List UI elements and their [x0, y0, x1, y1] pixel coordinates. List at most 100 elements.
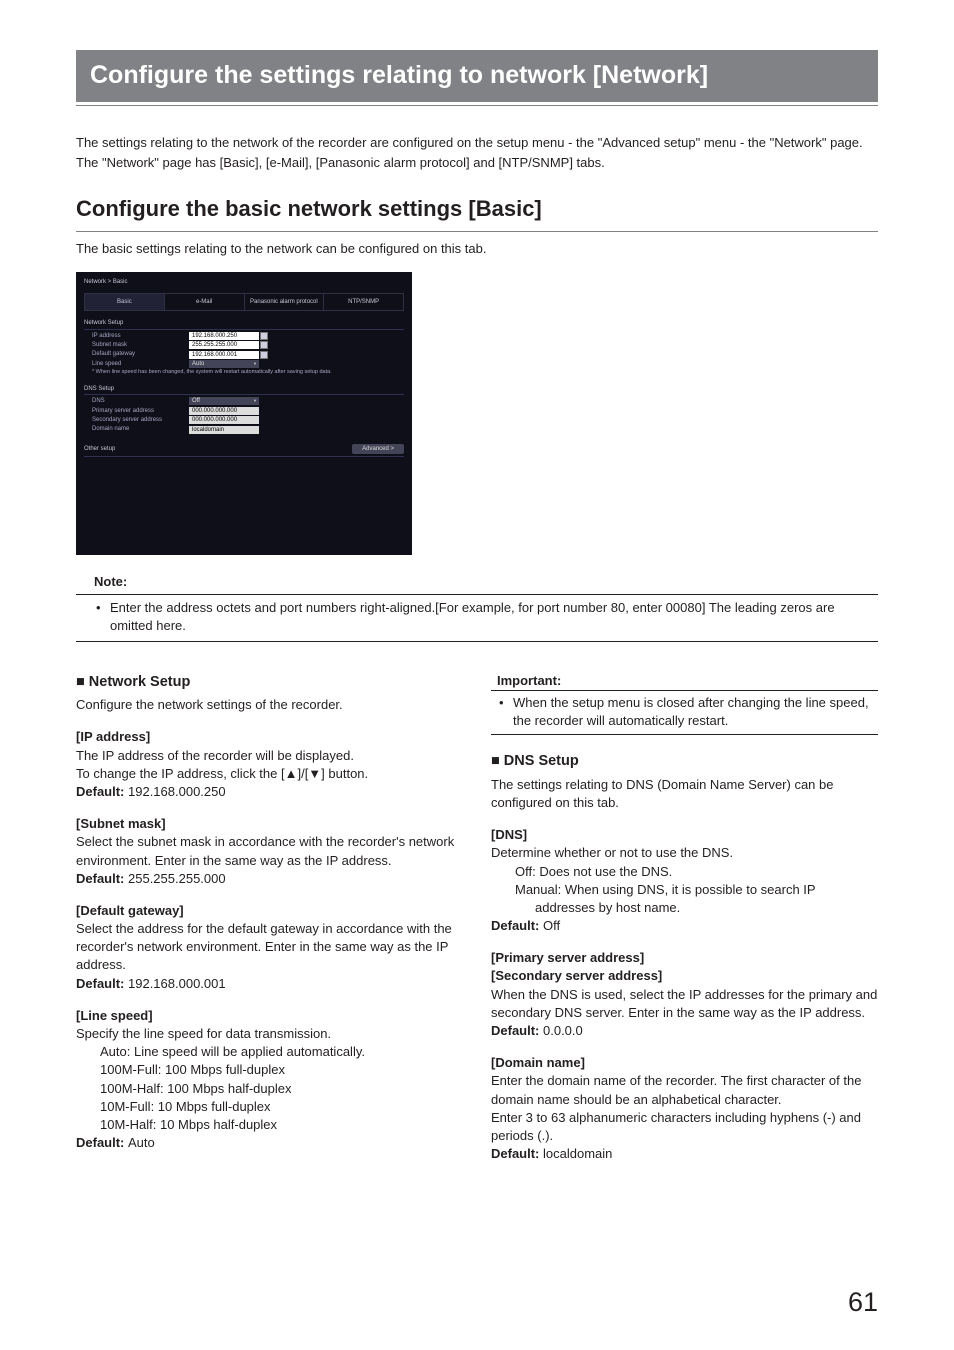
dns-default: Default: Off	[491, 917, 878, 935]
subnet-default-value: 255.255.255.000	[128, 871, 226, 886]
gateway-body: Select the address for the default gatew…	[76, 920, 463, 975]
shot-tab-basic[interactable]: Basic	[85, 294, 165, 310]
subnet-body: Select the subnet mask in accordance wit…	[76, 833, 463, 869]
linespeed-default: Default: Auto	[76, 1134, 463, 1152]
spinner-icon[interactable]	[260, 351, 268, 359]
dns-body: Determine whether or not to use the DNS.	[491, 844, 878, 862]
shot-lbl-dns: DNS	[84, 397, 189, 405]
shot-lbl-linespeed: Line speed	[84, 360, 189, 368]
shot-advanced-button[interactable]: Advanced >	[352, 444, 404, 454]
dns-title: [DNS]	[491, 826, 878, 844]
dns-off: Off: Does not use the DNS.	[491, 863, 878, 881]
section-desc: The basic settings relating to the netwo…	[76, 240, 878, 258]
shot-row-ssa: Secondary server address000.000.000.000	[84, 416, 404, 424]
shot-group1-title: Network Setup	[84, 319, 404, 327]
note-heading: Note:	[76, 573, 878, 591]
shot-input-ip[interactable]: 192.168.000.250	[189, 332, 259, 340]
subnet-title: [Subnet mask]	[76, 815, 463, 833]
linespeed-default-value: Auto	[128, 1135, 155, 1150]
section-rule	[76, 231, 878, 232]
right-column: Important: When the setup menu is closed…	[491, 672, 878, 1177]
shot-input-domain[interactable]: localdomain	[189, 426, 259, 434]
important-rule-top	[491, 690, 878, 691]
psa-default: Default: 0.0.0.0	[491, 1022, 878, 1040]
ip-line1: The IP address of the recorder will be d…	[76, 747, 463, 765]
gateway-default: Default: 192.168.000.001	[76, 975, 463, 993]
domain-default: Default: localdomain	[491, 1145, 878, 1163]
gateway-title: [Default gateway]	[76, 902, 463, 920]
shot-other-rule	[84, 456, 404, 457]
psa-title: [Primary server address]	[491, 949, 878, 967]
shot-tabs: Basic e-Mail Panasonic alarm protocol NT…	[84, 293, 404, 311]
shot-row-psa: Primary server address000.000.000.000	[84, 407, 404, 415]
shot-note: * When line speed has been changed, the …	[84, 369, 404, 377]
page-title-banner: Configure the settings relating to netwo…	[76, 50, 878, 102]
shot-lbl-gateway: Default gateway	[84, 350, 189, 358]
shot-tab-email[interactable]: e-Mail	[165, 294, 245, 310]
shot-row-subnet: Subnet mask255.255.255.000	[84, 341, 404, 349]
network-setup-desc: Configure the network settings of the re…	[76, 696, 463, 714]
domain-body2: Enter 3 to 63 alphanumeric characters in…	[491, 1109, 878, 1145]
ls-opt-10f: 10M-Full: 10 Mbps full-duplex	[76, 1098, 463, 1116]
ssa-title: [Secondary server address]	[491, 967, 878, 985]
shot-input-ssa[interactable]: 000.000.000.000	[189, 416, 259, 424]
shot-row-linespeed: Line speedAuto	[84, 360, 404, 368]
intro-p1: The settings relating to the network of …	[76, 134, 878, 152]
ls-opt-10h: 10M-Half: 10 Mbps half-duplex	[76, 1116, 463, 1134]
shot-lbl-psa: Primary server address	[84, 407, 189, 415]
shot-group2-title: DNS Setup	[84, 385, 404, 393]
shot-lbl-ip: IP address	[84, 332, 189, 340]
title-rule	[76, 105, 878, 106]
dns-default-value: Off	[543, 918, 560, 933]
default-label: Default:	[491, 1146, 543, 1161]
note-rule-bottom	[76, 641, 878, 642]
default-label: Default:	[491, 1023, 543, 1038]
shot-input-psa[interactable]: 000.000.000.000	[189, 407, 259, 415]
shot-select-linespeed[interactable]: Auto	[189, 360, 259, 368]
shot-select-dns[interactable]: Off	[189, 397, 259, 405]
shot-row-gateway: Default gateway192.168.000.001	[84, 350, 404, 358]
ls-opt-100h: 100M-Half: 100 Mbps half-duplex	[76, 1080, 463, 1098]
important-block: Important: When the setup menu is closed…	[491, 672, 878, 736]
default-label: Default:	[491, 918, 543, 933]
ip-default-value: 192.168.000.250	[128, 784, 226, 799]
important-rule-bottom	[491, 734, 878, 735]
shot-tab-ntp[interactable]: NTP/SNMP	[324, 294, 403, 310]
ls-opt-100f: 100M-Full: 100 Mbps full-duplex	[76, 1061, 463, 1079]
spinner-icon[interactable]	[260, 332, 268, 340]
shot-other-row: Other setup Advanced >	[84, 444, 404, 454]
psa-default-value: 0.0.0.0	[543, 1023, 583, 1038]
dns-manual-l2: addresses by host name.	[491, 899, 878, 917]
shot-tab-panasonic[interactable]: Panasonic alarm protocol	[245, 294, 325, 310]
shot-lbl-subnet: Subnet mask	[84, 341, 189, 349]
section-heading: Configure the basic network settings [Ba…	[76, 194, 878, 225]
intro-block: The settings relating to the network of …	[76, 134, 878, 172]
note-block: Note: Enter the address octets and port …	[76, 573, 878, 642]
page-number: 61	[848, 1284, 878, 1322]
subnet-default: Default: 255.255.255.000	[76, 870, 463, 888]
ip-title: [IP address]	[76, 728, 463, 746]
shot-input-gateway[interactable]: 192.168.000.001	[189, 351, 259, 359]
two-columns: Network Setup Configure the network sett…	[76, 672, 878, 1177]
spinner-icon[interactable]	[260, 341, 268, 349]
intro-p2: The "Network" page has [Basic], [e-Mail]…	[76, 154, 878, 172]
shot-input-subnet[interactable]: 255.255.255.000	[189, 341, 259, 349]
note-bullet: Enter the address octets and port number…	[96, 599, 878, 635]
shot-row-ip: IP address192.168.000.250	[84, 332, 404, 340]
linespeed-body: Specify the line speed for data transmis…	[76, 1025, 463, 1043]
default-label: Default:	[76, 784, 128, 799]
dns-manual-l1: Manual: When using DNS, it is possible t…	[491, 881, 878, 899]
psa-body: When the DNS is used, select the IP addr…	[491, 986, 878, 1022]
left-column: Network Setup Configure the network sett…	[76, 672, 463, 1177]
shot-group1-rule	[84, 329, 404, 330]
dns-setup-desc: The settings relating to DNS (Domain Nam…	[491, 776, 878, 812]
shot-row-dns: DNSOff	[84, 397, 404, 405]
important-list: When the setup menu is closed after chan…	[491, 694, 878, 730]
default-label: Default:	[76, 976, 128, 991]
linespeed-title: [Line speed]	[76, 1007, 463, 1025]
default-label: Default:	[76, 871, 128, 886]
shot-group2-rule	[84, 394, 404, 395]
shot-lbl-ssa: Secondary server address	[84, 416, 189, 424]
default-label: Default:	[76, 1135, 128, 1150]
shot-other-label: Other setup	[84, 445, 115, 453]
